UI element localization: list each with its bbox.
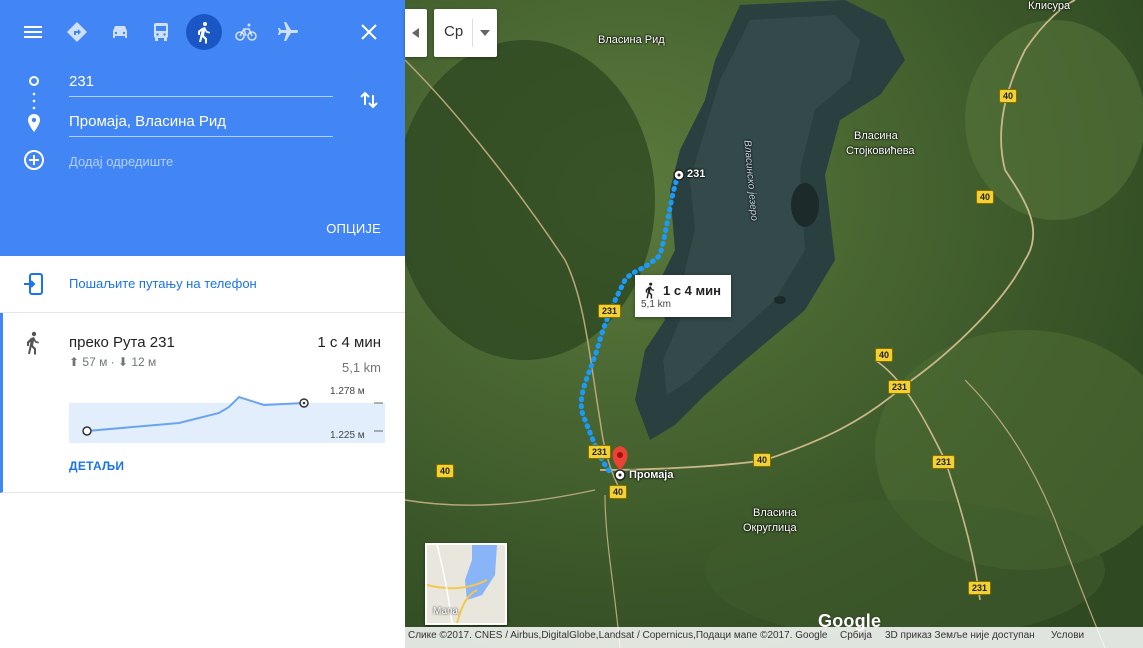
place-label: Власина Рид [598,34,665,46]
directions-panel: 231 Промаја, Власина Рид Додај одредиште… [0,0,406,648]
road-shield: 40 [999,89,1018,103]
bus-icon [154,23,168,41]
elevation-min-label: 1.225 м [330,430,365,441]
mode-walking[interactable] [186,14,222,50]
route-name: преко Рута 231 [69,334,175,351]
elevation-max-label: 1.278 м [330,386,365,397]
minimap-label: Мапа [433,606,458,617]
directions-header: 231 Промаја, Власина Рид Додај одредиште… [0,0,405,256]
add-destination-field[interactable]: Додај одредиште [69,154,173,169]
place-label: Клисура [1028,0,1071,12]
road-shield: 40 [976,190,995,204]
swap-waypoints-icon[interactable] [358,88,380,110]
destination-pin-icon [28,114,40,132]
add-destination-icon[interactable] [23,149,45,171]
country-link[interactable]: Србија [840,630,872,641]
mode-flight[interactable] [272,16,304,48]
road-shield: 231 [588,445,612,459]
menu-button[interactable] [17,16,49,48]
origin-label: 231 [687,168,706,180]
options-button[interactable]: ОПЦИЈЕ [326,221,381,236]
destination-input[interactable]: Промаја, Власина Рид [69,113,333,137]
send-to-phone-row[interactable]: Пошаљите путању на телефон [0,256,405,313]
destination-label: Промаја [629,469,674,481]
road-shield: 231 [932,455,956,469]
route-distance: 5,1 km [341,360,381,375]
chevron-left-icon [412,28,419,38]
road-shield: 40 [875,348,894,362]
elevation-summary: ⬆ 57 м · ⬇ 12 м [69,355,157,369]
place-label: Округлица [743,522,797,534]
language-select[interactable]: Ср [434,9,497,57]
origin-input[interactable]: 231 [69,73,333,97]
mode-transit[interactable] [145,16,177,48]
road-shield: 231 [968,581,992,595]
place-label: Власина [753,507,797,519]
walking-icon [198,22,210,44]
road-shield: 40 [753,453,772,467]
map-footer: Слике ©2017. CNES / Airbus,DigitalGlobe,… [405,627,1143,648]
route-callout[interactable]: 1 с 4 мин 5,1 km [635,275,731,317]
map-type-toggle[interactable]: Мапа [425,543,507,625]
satellite-imagery [405,0,1143,648]
walking-icon [27,331,39,355]
airplane-icon [278,22,298,41]
map-canvas[interactable]: Власина Рид Клисура Власина Стојковићева… [405,0,1143,648]
mode-suggested[interactable] [61,16,93,48]
send-to-phone-label: Пошаљите путању на телефон [69,276,257,291]
terms-link[interactable]: Услови [1051,630,1084,641]
road-shield: 231 [598,304,622,318]
collapse-panel-button[interactable] [405,9,427,57]
road-shield: 40 [436,464,455,478]
mode-driving[interactable] [104,16,136,48]
walking-icon [645,282,655,299]
close-icon [361,24,377,40]
route-time: 1 с 4 мин [317,334,381,351]
directions-icon [67,22,87,42]
callout-time: 1 с 4 мин [663,283,721,298]
callout-distance: 5,1 km [641,299,672,310]
place-label: Власина [854,130,898,142]
travel-mode-bar [0,0,405,64]
menu-icon [24,26,42,38]
place-label: Стојковићева [846,145,915,157]
bicycle-icon [235,23,257,41]
chevron-down-icon [480,30,490,36]
car-icon [113,26,127,38]
language-dropdown-button[interactable] [472,19,497,47]
close-button[interactable] [354,17,384,47]
mode-cycling[interactable] [230,16,262,48]
road-shield: 40 [609,485,628,499]
route-option[interactable]: преко Рута 231 1 с 4 мин 5,1 km ⬆ 57 м ·… [0,313,405,493]
details-link[interactable]: ДЕТАЉИ [69,459,124,473]
road-shield: 231 [888,380,912,394]
3d-notice: 3D приказ Земље није доступан [885,630,1035,641]
language-value: Ср [444,23,464,40]
imagery-attribution: Слике ©2017. CNES / Airbus,DigitalGlobe,… [408,630,828,641]
send-to-phone-icon [24,273,43,295]
